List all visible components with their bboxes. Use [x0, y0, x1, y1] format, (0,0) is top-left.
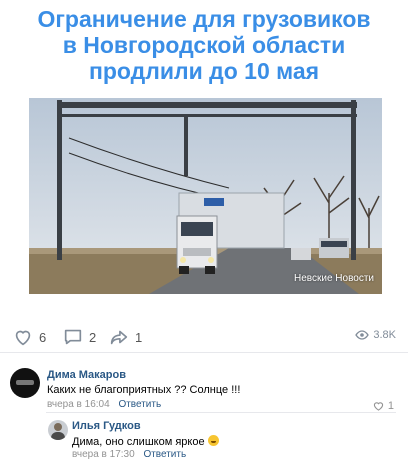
- share-count: 1: [135, 329, 143, 345]
- heart-icon: [373, 402, 384, 411]
- post-actions: 6 2 1 3.8K: [0, 320, 408, 350]
- smile-emoji-icon: [207, 435, 219, 446]
- comment-time[interactable]: вчера в 16:04: [47, 399, 110, 410]
- comment-like-button[interactable]: 1: [373, 400, 394, 412]
- like-count: 6: [39, 329, 47, 345]
- avatar[interactable]: [10, 368, 40, 398]
- reply-text-content: Дима, оно слишком яркое: [72, 436, 205, 448]
- heart-icon: [15, 330, 31, 346]
- views-counter: 3.8K: [355, 329, 396, 341]
- comment-count: 2: [89, 329, 97, 345]
- views-count: 3.8K: [373, 329, 396, 341]
- post-title-line-2: в Новгородской области: [62, 32, 346, 58]
- actions-divider: [0, 352, 408, 353]
- share-icon: [110, 330, 128, 345]
- comment-author[interactable]: Дима Макаров: [47, 369, 126, 381]
- reply-author[interactable]: Илья Гудков: [72, 420, 141, 432]
- like-button[interactable]: 6: [12, 326, 46, 348]
- avatar[interactable]: [48, 420, 68, 440]
- photo-watermark: Невские Новости: [294, 273, 374, 284]
- comment-icon: [64, 329, 82, 345]
- share-button[interactable]: 1: [108, 326, 142, 348]
- reply-meta: вчера в 17:30 Ответить: [72, 449, 186, 460]
- comment-divider: [46, 412, 396, 413]
- reply-time[interactable]: вчера в 17:30: [72, 449, 135, 460]
- post-title-line-1: Ограничение для грузовиков: [37, 6, 371, 32]
- reply-text: Дима, оно слишком яркое: [72, 435, 219, 448]
- post-title-line-3: продлили до 10 мая: [88, 58, 320, 84]
- comment-meta: вчера в 16:04 Ответить: [47, 399, 161, 410]
- photo-illustration: [29, 98, 382, 294]
- eye-icon: [355, 330, 370, 340]
- reply-button[interactable]: Ответить: [143, 449, 186, 460]
- comment-button[interactable]: 2: [62, 326, 96, 348]
- post-title: Ограничение для грузовиков в Новгородско…: [0, 6, 408, 84]
- comment-text: Каких не благоприятных ?? Солнце !!!: [47, 384, 241, 396]
- comment-like-count: 1: [387, 400, 394, 412]
- post-photo[interactable]: Невские Новости: [29, 98, 382, 294]
- reply-button[interactable]: Ответить: [118, 399, 161, 410]
